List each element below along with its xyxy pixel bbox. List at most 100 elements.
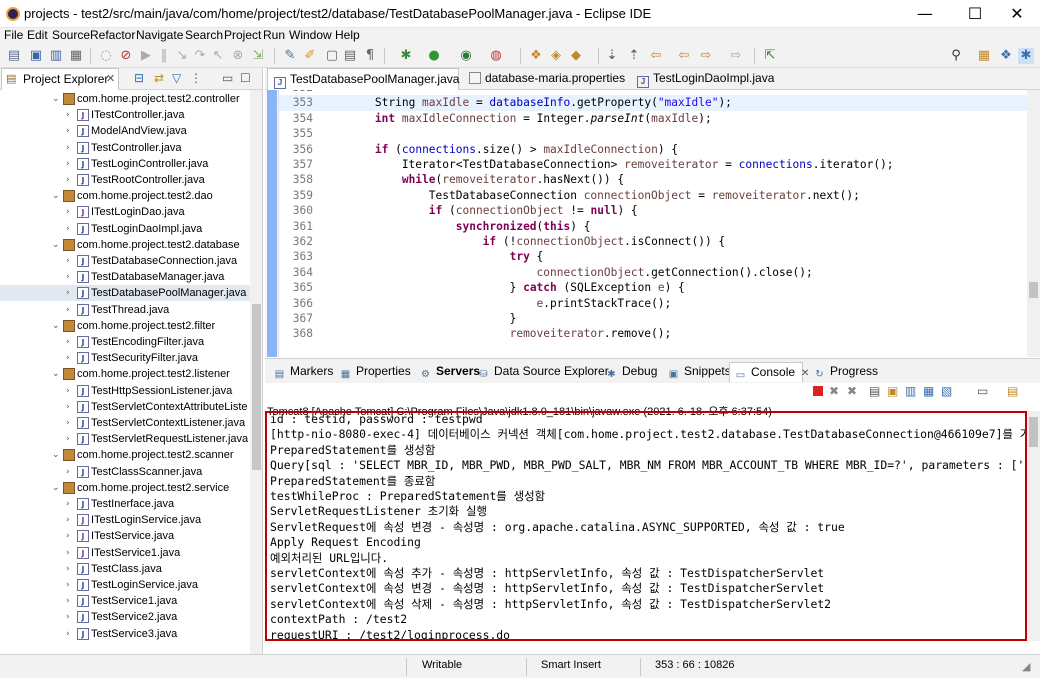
save-all-icon[interactable]: ▥ — [48, 48, 64, 64]
menu-project[interactable]: Project — [224, 28, 261, 43]
code-line[interactable]: 366 e.printStackTrace(); — [279, 296, 1027, 311]
tree-file[interactable]: › J TestDatabaseManager.java — [0, 269, 250, 285]
collapse-arrow-icon[interactable]: › — [66, 496, 70, 512]
code-line[interactable]: 360 if (connectionObject != null) { — [279, 203, 1027, 218]
expand-arrow-icon[interactable]: ⌄ — [52, 366, 60, 382]
tree-package[interactable]: ⌄ com.home.project.test2.listener — [0, 366, 250, 382]
expand-arrow-icon[interactable]: ⌄ — [52, 318, 60, 334]
tree-file[interactable]: › J TestLoginService.java — [0, 577, 250, 593]
tree-file[interactable]: › J ITestLoginService.java — [0, 512, 250, 528]
code-line[interactable]: 361 synchronized(this) { — [279, 219, 1027, 234]
tree-file[interactable]: › J TestController.java — [0, 140, 250, 156]
tree-file[interactable]: › J ModelAndView.java — [0, 123, 250, 139]
display-console-icon[interactable]: ▭ — [977, 384, 988, 398]
tree-file[interactable]: › J TestServletRequestListener.java — [0, 431, 250, 447]
collapse-arrow-icon[interactable]: › — [66, 609, 70, 625]
run-icon[interactable]: ● — [426, 48, 442, 64]
tree-file[interactable]: › J TestService1.java — [0, 593, 250, 609]
show-on-stdout-icon[interactable]: ▦ — [923, 384, 934, 398]
collapse-arrow-icon[interactable]: › — [66, 464, 70, 480]
tree-file[interactable]: › J TestLoginController.java — [0, 156, 250, 172]
tab-testdatabasepoolmanager[interactable]: JTestDatabasePoolManager.java✕ — [267, 68, 477, 90]
expand-arrow-icon[interactable]: ⌄ — [52, 480, 60, 496]
tab-project-explorer[interactable]: ▤ Project Explorer ✕ — [1, 68, 119, 90]
collapse-arrow-icon[interactable]: › — [66, 626, 70, 642]
word-wrap-icon[interactable]: ▤ — [342, 48, 358, 64]
menu-file[interactable]: File — [4, 28, 23, 43]
tree-file[interactable]: › J TestDatabasePoolManager.java — [0, 285, 250, 302]
tree-file[interactable]: › J TestRootController.java — [0, 172, 250, 188]
collapse-arrow-icon[interactable]: › — [66, 285, 70, 301]
maximize-view-icon[interactable]: ☐ — [240, 71, 251, 85]
tree-file[interactable]: › J TestService2.java — [0, 609, 250, 625]
tree-file[interactable]: › J ITestLoginDao.java — [0, 204, 250, 220]
tree-package[interactable]: ⌄ com.home.project.test2.service — [0, 480, 250, 496]
search-icon[interactable]: ⚲ — [948, 48, 964, 64]
menu-search[interactable]: Search — [185, 28, 223, 43]
collapse-arrow-icon[interactable]: › — [66, 253, 70, 269]
tree-file[interactable]: › J ITestService.java — [0, 528, 250, 544]
console-output[interactable]: id : testid, password : testpwd [http-nio… — [265, 411, 1027, 641]
word-wrap-console-icon[interactable]: ▥ — [905, 384, 916, 398]
tree-file[interactable]: › J ITestService1.java — [0, 545, 250, 561]
clear-console-icon[interactable]: ▤ — [869, 384, 880, 398]
code-line[interactable]: 367 } — [279, 311, 1027, 326]
editor-scrollbar[interactable] — [1027, 90, 1040, 357]
skip-breakpoints-icon[interactable]: ⊘ — [118, 48, 134, 64]
collapse-arrow-icon[interactable]: › — [66, 107, 70, 123]
open-console-icon[interactable]: ▤ — [1007, 384, 1018, 398]
menu-edit[interactable]: Edit — [27, 28, 48, 43]
show-whitespace-icon[interactable]: ¶ — [362, 48, 378, 64]
collapse-arrow-icon[interactable]: › — [66, 172, 70, 188]
code-line[interactable]: 363 try { — [279, 249, 1027, 264]
previous-annotation-icon[interactable]: ⇡ — [626, 48, 642, 64]
filter-icon[interactable]: ▽ — [172, 71, 181, 85]
remove-all-launches-icon[interactable]: ✖ — [847, 384, 857, 398]
expand-arrow-icon[interactable]: ⌄ — [52, 91, 60, 107]
tree-file[interactable]: › J TestHttpSessionListener.java — [0, 383, 250, 399]
menu-navigate[interactable]: Navigate — [136, 28, 183, 43]
tree-file[interactable]: › J TestService3.java — [0, 626, 250, 642]
debug-perspective-icon[interactable]: ✱ — [1018, 48, 1034, 64]
expand-arrow-icon[interactable]: ⌄ — [52, 447, 60, 463]
open-perspective-icon[interactable]: ▦ — [976, 48, 992, 64]
collapse-arrow-icon[interactable]: › — [66, 528, 70, 544]
collapse-arrow-icon[interactable]: › — [66, 577, 70, 593]
tree-file[interactable]: › J TestEncodingFilter.java — [0, 334, 250, 350]
disconnect-icon[interactable]: ⊗ — [230, 48, 246, 64]
new-class-icon[interactable]: ◈ — [548, 48, 564, 64]
collapse-arrow-icon[interactable]: › — [66, 123, 70, 139]
collapse-arrow-icon[interactable]: › — [66, 383, 70, 399]
mark-occurrences-icon[interactable]: ✐ — [302, 48, 318, 64]
collapse-arrow-icon[interactable]: › — [66, 512, 70, 528]
tree-file[interactable]: › J TestServletContextAttributeListe — [0, 399, 250, 415]
tab-database-maria-properties[interactable]: database-maria.properties — [463, 68, 627, 90]
editor-scrollbar-thumb[interactable] — [1029, 282, 1038, 298]
tree-file[interactable]: › J TestServletContextListener.java — [0, 415, 250, 431]
collapse-all-icon[interactable]: ⊟ — [134, 71, 144, 85]
back-icon[interactable]: ⇦ — [676, 48, 692, 64]
collapse-arrow-icon[interactable]: › — [66, 204, 70, 220]
collapse-arrow-icon[interactable]: › — [66, 156, 70, 172]
save-icon[interactable]: ▣ — [28, 48, 44, 64]
close-view-icon[interactable]: ✕ — [106, 72, 115, 85]
last-edit-icon[interactable]: ⇦ — [648, 48, 664, 64]
terminate-icon[interactable] — [813, 386, 823, 396]
menu-help[interactable]: Help — [335, 28, 360, 43]
pin-editor-icon[interactable]: ⇱ — [762, 48, 778, 64]
step-into-icon[interactable]: ↘ — [174, 48, 190, 64]
menu-window[interactable]: Window — [289, 28, 332, 43]
tab-debug[interactable]: ✱ Debug — [601, 362, 657, 382]
tab-snippets[interactable]: ▣ Snippets — [663, 362, 731, 382]
suspend-icon[interactable]: ‖ — [156, 48, 172, 64]
tree-file[interactable]: › J TestThread.java — [0, 302, 250, 318]
forward-history-icon[interactable]: ⇨ — [728, 48, 744, 64]
next-annotation-icon[interactable]: ⇣ — [604, 48, 620, 64]
tree-file[interactable]: › J TestInerface.java — [0, 496, 250, 512]
collapse-arrow-icon[interactable]: › — [66, 334, 70, 350]
menu-source[interactable]: Source — [52, 28, 90, 43]
tab-testlogindaoimpl[interactable]: J TestLoginDaoImpl.java — [631, 68, 774, 90]
code-line[interactable]: 357 Iterator<TestDatabaseConnection> rem… — [279, 157, 1027, 172]
console-scrollbar-thumb[interactable] — [1029, 417, 1038, 447]
new-interface-icon[interactable]: ◆ — [568, 48, 584, 64]
